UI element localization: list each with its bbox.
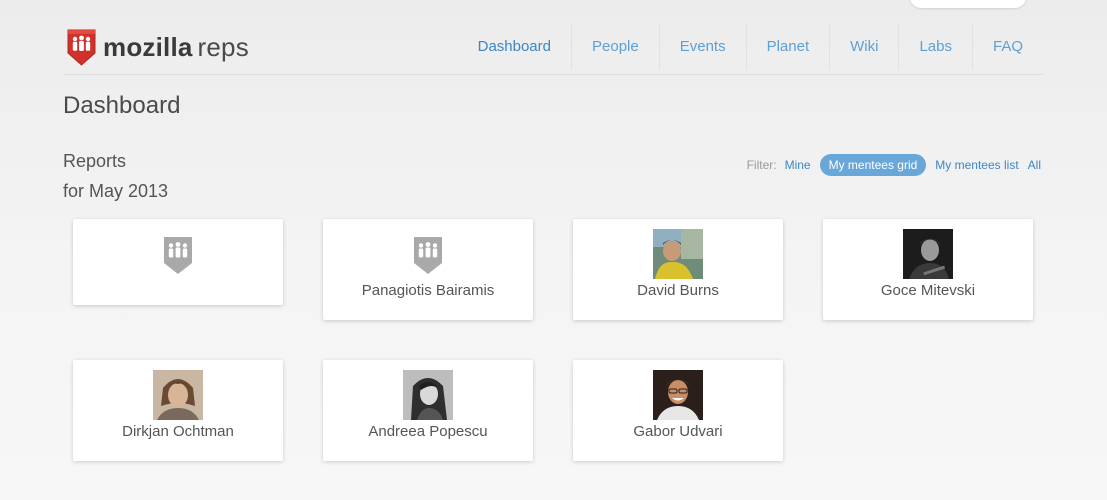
logo-text-bold: mozilla (103, 32, 193, 62)
mentee-name: Andreea Popescu (368, 423, 488, 440)
filter-mine[interactable]: Mine (785, 158, 811, 172)
filter-my-mentees-grid[interactable]: My mentees grid (819, 153, 927, 176)
logo[interactable]: mozilla reps (66, 27, 249, 67)
nav-planet[interactable]: Planet (745, 24, 830, 70)
mentee-name: David Burns (637, 282, 719, 299)
mentee-card[interactable]: Andreea Popescu (323, 360, 533, 461)
mentee-name: Gabor Udvari (633, 423, 723, 440)
mentee-card[interactable]: Panagiotis Bairamis (323, 219, 533, 320)
mozilla-reps-shield-icon (67, 29, 96, 66)
mentee-card[interactable]: Dirkjan Ochtman (73, 360, 283, 461)
reports-heading: Reports for May 2013 (63, 146, 168, 206)
nav-events[interactable]: Events (658, 24, 746, 70)
avatar (653, 370, 703, 420)
mentee-name: Goce Mitevski (880, 282, 976, 299)
nav-dashboard[interactable]: Dashboard (458, 24, 571, 70)
mentee-card[interactable]: Gabor Udvari (573, 360, 783, 461)
mentee-name: Dirkjan Ochtman (122, 423, 234, 440)
logo-text: mozilla reps (103, 32, 249, 62)
avatar (153, 370, 203, 420)
page-title: Dashboard (63, 92, 181, 119)
reports-heading-period: for May 2013 (63, 181, 169, 201)
avatar-photo (653, 229, 703, 279)
mentee-card[interactable]: David Burns (573, 219, 783, 320)
mentee-name: Panagiotis Bairamis (361, 282, 495, 299)
nav-labs[interactable]: Labs (898, 24, 972, 70)
mentee-card[interactable]: Goce Mitevski (823, 219, 1033, 320)
avatar-photo (903, 229, 953, 279)
filter-all[interactable]: All (1028, 158, 1041, 172)
filter-label: Filter: (746, 157, 777, 172)
mentee-card[interactable] (73, 219, 283, 305)
avatar (403, 232, 453, 282)
avatar-photo (653, 370, 703, 420)
top-user-menu[interactable] (910, 0, 1026, 8)
avatar-photo (403, 370, 453, 420)
avatar (653, 229, 703, 279)
avatar (903, 229, 953, 279)
main-nav: Dashboard People Events Planet Wiki Labs… (458, 24, 1043, 70)
avatar (403, 370, 453, 420)
filter-bar: Filter: Mine My mentees grid My mentees … (747, 153, 1041, 176)
logo-text-light: reps (197, 32, 249, 62)
reports-heading-title: Reports (63, 151, 127, 171)
placeholder-shield-icon (414, 237, 442, 274)
filter-my-mentees-list[interactable]: My mentees list (935, 158, 1018, 172)
nav-people[interactable]: People (571, 24, 659, 70)
header-divider (63, 74, 1043, 75)
avatar (153, 232, 203, 282)
nav-wiki[interactable]: Wiki (829, 24, 898, 70)
placeholder-shield-icon (164, 237, 192, 274)
nav-faq[interactable]: FAQ (971, 24, 1043, 70)
avatar-photo (153, 370, 203, 420)
